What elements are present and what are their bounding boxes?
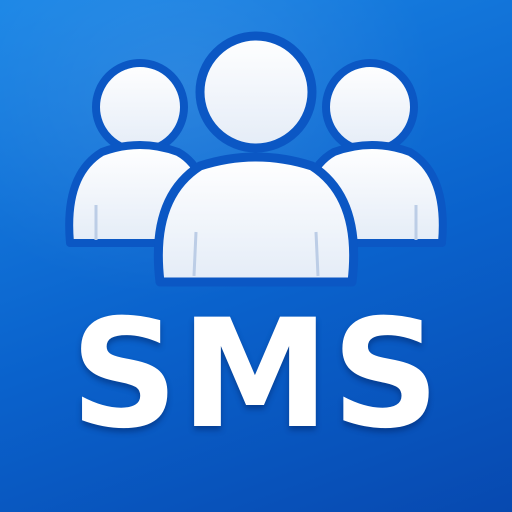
group-of-people-icon [65,31,447,287]
sms-label: SMS [70,288,442,462]
sms-app-icon[interactable]: SMS [0,0,512,512]
